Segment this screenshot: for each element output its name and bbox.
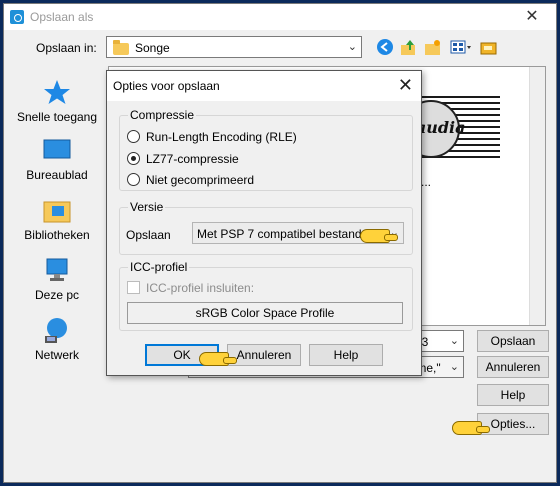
icc-profile-button[interactable]: sRGB Color Space Profile [127,302,403,324]
network-icon [42,316,72,344]
save-in-label: Opslaan in: [36,41,97,55]
library-icon [42,196,72,224]
folder-icon [113,40,129,55]
lz77-label: LZ77-compressie [146,152,239,166]
sidebar-item-quick-access[interactable]: Snelle toegang [10,78,104,124]
cancel-button[interactable]: Annuleren [477,356,549,378]
icc-embed-label: ICC-profiel insluiten: [146,281,255,295]
pointing-hand-icon [199,352,237,366]
version-group: Versie Opslaan Met PSP 7 compatibel best… [119,200,413,255]
computer-icon [42,256,72,284]
view-menu-icon[interactable] [450,38,474,56]
sidebar-item-label: Bibliotheken [24,228,90,242]
sidebar-item-libraries[interactable]: Bibliotheken [10,196,104,242]
icc-embed-checkbox[interactable] [127,281,140,294]
icc-profile-label: ICC-profiel [128,260,190,274]
version-label: Versie [128,200,166,214]
new-folder-icon[interactable] [424,38,442,56]
app-icon [10,10,24,24]
dialog-help-button[interactable]: Help [309,344,383,366]
rle-label: Run-Length Encoding (RLE) [146,130,297,144]
chevron-down-icon: ⌄ [449,335,459,347]
help-button[interactable]: Help [477,384,549,406]
sidebar-item-label: Bureaublad [26,168,88,182]
file-name-partial: ... [421,175,432,189]
dialog-title: Opties voor opslaan [113,79,220,93]
compression-group: Compressie Run-Length Encoding (RLE) LZ7… [119,108,413,191]
window-title: Opslaan als [30,10,94,24]
save-button[interactable]: Opslaan [477,330,549,352]
desktop-icon [42,136,72,164]
chevron-down-icon: ⌄ [449,361,459,373]
compression-label: Compressie [128,108,197,122]
sidebar-item-network[interactable]: Netwerk [10,316,104,362]
radio-lz77[interactable] [127,152,140,165]
save-as-window: Opslaan als ✕ Opslaan in: Songe ⌄ Snelle… [3,3,557,483]
vertical-scrollbar[interactable] [529,67,545,325]
save-options-dialog: Opties voor opslaan ✕ Compressie Run-Len… [106,70,422,376]
dialog-cancel-button[interactable]: Annuleren [227,344,301,366]
sidebar-item-this-pc[interactable]: Deze pc [10,256,104,302]
chevron-down-icon: ⌄ [347,41,357,53]
radio-rle[interactable] [127,130,140,143]
version-selected: Met PSP 7 compatibel bestand [197,227,362,241]
radio-uncompressed[interactable] [127,173,140,186]
close-icon[interactable]: ✕ [510,6,554,28]
up-folder-icon[interactable] [400,38,418,56]
sidebar-item-label: Snelle toegang [16,110,98,124]
uncompressed-label: Niet gecomprimeerd [146,173,255,187]
places-sidebar: Snelle toegang Bureaublad Bibliotheken D… [10,64,104,394]
sidebar-item-label: Netwerk [34,348,79,362]
folder-open-icon[interactable] [480,38,498,56]
icc-profile-group: ICC-profiel ICC-profiel insluiten: sRGB … [119,260,413,331]
sidebar-item-desktop[interactable]: Bureaublad [10,136,104,182]
pointing-hand-icon [452,421,490,435]
dialog-close-icon[interactable]: ✕ [398,75,413,96]
version-save-label: Opslaan [126,228,171,242]
save-in-folder: Songe [135,41,170,55]
star-icon [42,78,72,106]
title-bar: Opslaan als ✕ [4,4,556,30]
sidebar-item-label: Deze pc [34,288,80,302]
pointing-hand-icon [360,229,398,243]
back-icon[interactable] [376,38,394,56]
save-in-combo[interactable]: Songe ⌄ [106,36,362,58]
dialog-title-bar: Opties voor opslaan ✕ [107,71,421,101]
